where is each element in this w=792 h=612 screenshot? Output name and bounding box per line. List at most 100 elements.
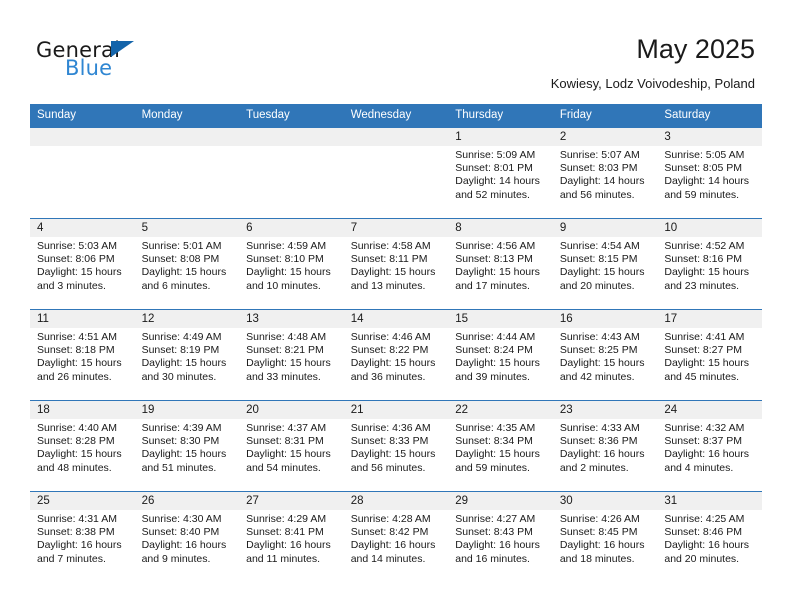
day-number: 14: [343, 310, 449, 328]
day-detail-line: Daylight: 14 hours: [559, 175, 645, 188]
page-title: May 2025: [636, 34, 755, 64]
calendar-day-cell[interactable]: 11 Sunrise: 4:51 AM Sunset: 8:18 PM Dayligh…: [30, 309, 135, 401]
day-detail-line: Sunset: 8:15 PM: [559, 253, 638, 266]
day-number: 1: [448, 128, 553, 146]
calendar-day-cell[interactable]: 29 Sunrise: 4:27 AM Sunset: 8:43 PM Dayligh…: [448, 491, 553, 582]
calendar-day-cell[interactable]: 30 Sunrise: 4:26 AM Sunset: 8:45 PM Dayligh…: [552, 491, 658, 582]
day-detail-line: Daylight: 15 hours: [141, 266, 227, 279]
day-detail-line: and 9 minutes.: [141, 552, 211, 565]
calendar-day-cell[interactable]: 2 Sunrise: 5:07 AM Sunset: 8:03 PM Daylight…: [552, 128, 658, 219]
day-detail-line: Sunset: 8:42 PM: [350, 526, 429, 539]
day-detail-line: and 33 minutes.: [246, 370, 321, 383]
calendar-day-cell[interactable]: 16 Sunrise: 4:43 AM Sunset: 8:25 PM Dayligh…: [552, 309, 658, 401]
calendar-day-cell[interactable]: 22 Sunrise: 4:35 AM Sunset: 8:34 PM Dayligh…: [448, 400, 553, 492]
day-detail-line: and 3 minutes.: [37, 279, 106, 292]
calendar-day-cell[interactable]: 28 Sunrise: 4:28 AM Sunset: 8:42 PM Dayligh…: [343, 491, 449, 582]
calendar-day-cell[interactable]: 6 Sunrise: 4:59 AM Sunset: 8:10 PM Daylight…: [239, 218, 344, 310]
logo-triangle-icon: [111, 41, 134, 57]
day-detail-line: Daylight: 15 hours: [455, 448, 540, 461]
day-detail-line: Sunrise: 4:48 AM: [246, 331, 327, 343]
calendar-day-cell[interactable]: 18 Sunrise: 4:40 AM Sunset: 8:28 PM Dayligh…: [30, 400, 135, 492]
calendar-day-cell[interactable]: 19 Sunrise: 4:39 AM Sunset: 8:30 PM Dayligh…: [134, 400, 240, 492]
calendar-day-cell[interactable]: 26 Sunrise: 4:30 AM Sunset: 8:40 PM Dayligh…: [134, 491, 240, 582]
calendar-day-cell[interactable]: 15 Sunrise: 4:44 AM Sunset: 8:24 PM Dayligh…: [448, 309, 553, 401]
day-detail-text: Sunrise: 4:41 AM Sunset: 8:27 PM Daylight:…: [657, 328, 762, 384]
day-detail-line: Sunset: 8:05 PM: [664, 162, 743, 175]
day-detail-text: Sunrise: 4:39 AM Sunset: 8:30 PM Daylight:…: [135, 419, 240, 475]
calendar-day-cell[interactable]: 12 Sunrise: 4:49 AM Sunset: 8:19 PM Dayligh…: [134, 309, 240, 401]
calendar-day-cell[interactable]: 3 Sunrise: 5:05 AM Sunset: 8:05 PM Daylight…: [657, 128, 762, 219]
day-detail-line: Daylight: 16 hours: [559, 448, 645, 461]
day-detail-line: Sunrise: 4:25 AM: [664, 513, 745, 525]
day-number: 5: [134, 219, 240, 237]
day-detail-line: Sunset: 8:01 PM: [455, 162, 533, 175]
day-detail-line: Sunset: 8:40 PM: [141, 526, 220, 539]
calendar-day-cell[interactable]: 9 Sunrise: 4:54 AM Sunset: 8:15 PM Daylight…: [552, 218, 658, 310]
day-number: 3: [657, 128, 762, 146]
calendar-day-cell[interactable]: 13 Sunrise: 4:48 AM Sunset: 8:21 PM Dayligh…: [239, 309, 344, 401]
day-detail-line: and 14 minutes.: [350, 552, 426, 565]
calendar-day-cell[interactable]: 23 Sunrise: 4:33 AM Sunset: 8:36 PM Dayligh…: [552, 400, 658, 492]
day-number: 13: [239, 310, 344, 328]
page-header: General Blue May 2025 Kowiesy, Lodz Voiv…: [0, 0, 792, 104]
calendar-day-cell[interactable]: 10 Sunrise: 4:52 AM Sunset: 8:16 PM Dayligh…: [657, 218, 762, 310]
day-detail-line: Daylight: 15 hours: [559, 266, 645, 279]
calendar-week-row: 18 Sunrise: 4:40 AM Sunset: 8:28 PM Dayligh…: [30, 400, 762, 492]
day-detail-line: and 59 minutes.: [455, 461, 530, 474]
day-detail-line: and 51 minutes.: [141, 461, 217, 474]
day-detail-line: Sunrise: 4:52 AM: [664, 240, 745, 252]
day-number: 4: [30, 219, 135, 237]
day-detail-text: Sunrise: 4:52 AM Sunset: 8:16 PM Daylight:…: [657, 237, 762, 293]
day-number: 30: [552, 492, 658, 510]
day-detail-line: Sunset: 8:45 PM: [559, 526, 638, 539]
day-detail-line: Sunset: 8:37 PM: [664, 435, 743, 448]
day-detail-line: Daylight: 15 hours: [559, 357, 645, 370]
day-number: 20: [239, 401, 344, 419]
day-detail-line: Sunrise: 4:36 AM: [350, 422, 431, 434]
day-detail-text: Sunrise: 4:35 AM Sunset: 8:34 PM Daylight:…: [448, 419, 553, 475]
calendar-table: Sunday Monday Tuesday Wednesday Thursday…: [30, 104, 762, 582]
day-detail-line: and 7 minutes.: [37, 552, 106, 565]
day-detail-text: Sunrise: 5:09 AM Sunset: 8:01 PM Daylight:…: [448, 146, 553, 202]
day-detail-line: Daylight: 14 hours: [664, 175, 750, 188]
day-detail-line: Daylight: 15 hours: [246, 266, 331, 279]
day-number: 19: [134, 401, 240, 419]
day-detail-line: Sunset: 8:10 PM: [246, 253, 324, 266]
day-detail-line: Sunrise: 5:03 AM: [37, 240, 117, 252]
day-number: 9: [552, 219, 658, 237]
day-number: 28: [343, 492, 449, 510]
calendar-day-cell[interactable]: 24 Sunrise: 4:32 AM Sunset: 8:37 PM Dayligh…: [657, 400, 762, 492]
day-detail-line: Sunrise: 4:44 AM: [455, 331, 536, 343]
calendar-day-cell[interactable]: 31 Sunrise: 4:25 AM Sunset: 8:46 PM Dayligh…: [657, 491, 762, 582]
day-detail-line: Sunrise: 4:58 AM: [350, 240, 431, 252]
calendar-day-cell[interactable]: 1 Sunrise: 5:09 AM Sunset: 8:01 PM Daylight…: [448, 128, 553, 219]
day-detail-line: Daylight: 16 hours: [664, 448, 750, 461]
calendar-day-cell-empty: [343, 128, 449, 219]
day-number: 10: [657, 219, 762, 237]
day-detail-line: Sunrise: 4:43 AM: [559, 331, 640, 343]
weekday-header-friday: Friday: [552, 104, 658, 128]
calendar-day-cell[interactable]: 27 Sunrise: 4:29 AM Sunset: 8:41 PM Dayligh…: [239, 491, 344, 582]
calendar-day-cell[interactable]: 7 Sunrise: 4:58 AM Sunset: 8:11 PM Daylight…: [343, 218, 449, 310]
day-detail-line: Sunset: 8:24 PM: [455, 344, 533, 357]
calendar-day-cell[interactable]: 17 Sunrise: 4:41 AM Sunset: 8:27 PM Dayligh…: [657, 309, 762, 401]
day-detail-line: Sunrise: 4:27 AM: [455, 513, 536, 525]
calendar-day-cell[interactable]: 25 Sunrise: 4:31 AM Sunset: 8:38 PM Dayligh…: [30, 491, 135, 582]
day-number: 18: [30, 401, 135, 419]
day-number: 7: [343, 219, 449, 237]
calendar-day-cell[interactable]: 14 Sunrise: 4:46 AM Sunset: 8:22 PM Dayligh…: [343, 309, 449, 401]
weekday-header-row: Sunday Monday Tuesday Wednesday Thursday…: [30, 104, 762, 128]
calendar-day-cell[interactable]: 20 Sunrise: 4:37 AM Sunset: 8:31 PM Dayligh…: [239, 400, 344, 492]
day-number: 21: [343, 401, 449, 419]
calendar-day-cell[interactable]: 21 Sunrise: 4:36 AM Sunset: 8:33 PM Dayligh…: [343, 400, 449, 492]
calendar-day-cell[interactable]: 5 Sunrise: 5:01 AM Sunset: 8:08 PM Daylight…: [134, 218, 240, 310]
calendar-day-cell[interactable]: 4 Sunrise: 5:03 AM Sunset: 8:06 PM Daylight…: [30, 218, 135, 310]
day-detail-line: Daylight: 15 hours: [455, 266, 540, 279]
day-detail-text: Sunrise: 4:48 AM Sunset: 8:21 PM Daylight:…: [239, 328, 344, 384]
calendar-day-cell[interactable]: 8 Sunrise: 4:56 AM Sunset: 8:13 PM Daylight…: [448, 218, 553, 310]
day-number: 11: [30, 310, 135, 328]
day-detail-line: Sunset: 8:11 PM: [350, 253, 428, 266]
day-number: [30, 128, 135, 146]
day-detail-text: Sunrise: 4:33 AM Sunset: 8:36 PM Daylight:…: [553, 419, 658, 475]
day-detail-line: Sunrise: 5:01 AM: [141, 240, 222, 252]
